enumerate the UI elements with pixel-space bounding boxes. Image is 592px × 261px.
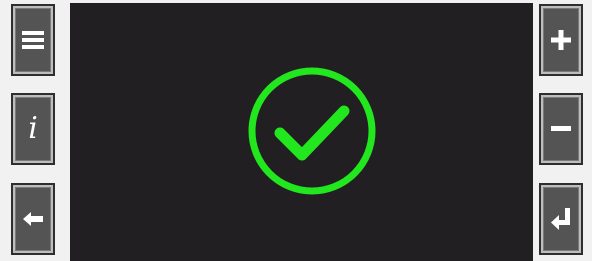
plus-button[interactable] [539,4,583,76]
right-button-column [534,0,592,261]
plus-icon [551,30,571,50]
info-icon: i [28,111,38,146]
info-button[interactable]: i [11,93,55,165]
display-screen [70,3,533,261]
info-button-face: i [15,97,51,161]
back-button[interactable] [11,183,55,255]
menu-button[interactable] [11,4,55,76]
enter-button[interactable] [539,183,583,255]
menu-button-face [15,8,51,72]
menu-icon [22,31,44,49]
enter-icon [551,208,570,230]
minus-button-face [543,97,579,161]
arrow-left-icon [23,212,43,226]
plus-button-face [543,8,579,72]
minus-icon [551,126,571,131]
device-panel: i [0,0,592,261]
left-button-column: i [0,0,58,261]
enter-button-face [543,187,579,251]
minus-button[interactable] [539,93,583,165]
checkmark-circle-icon [248,67,376,195]
back-button-face [15,187,51,251]
